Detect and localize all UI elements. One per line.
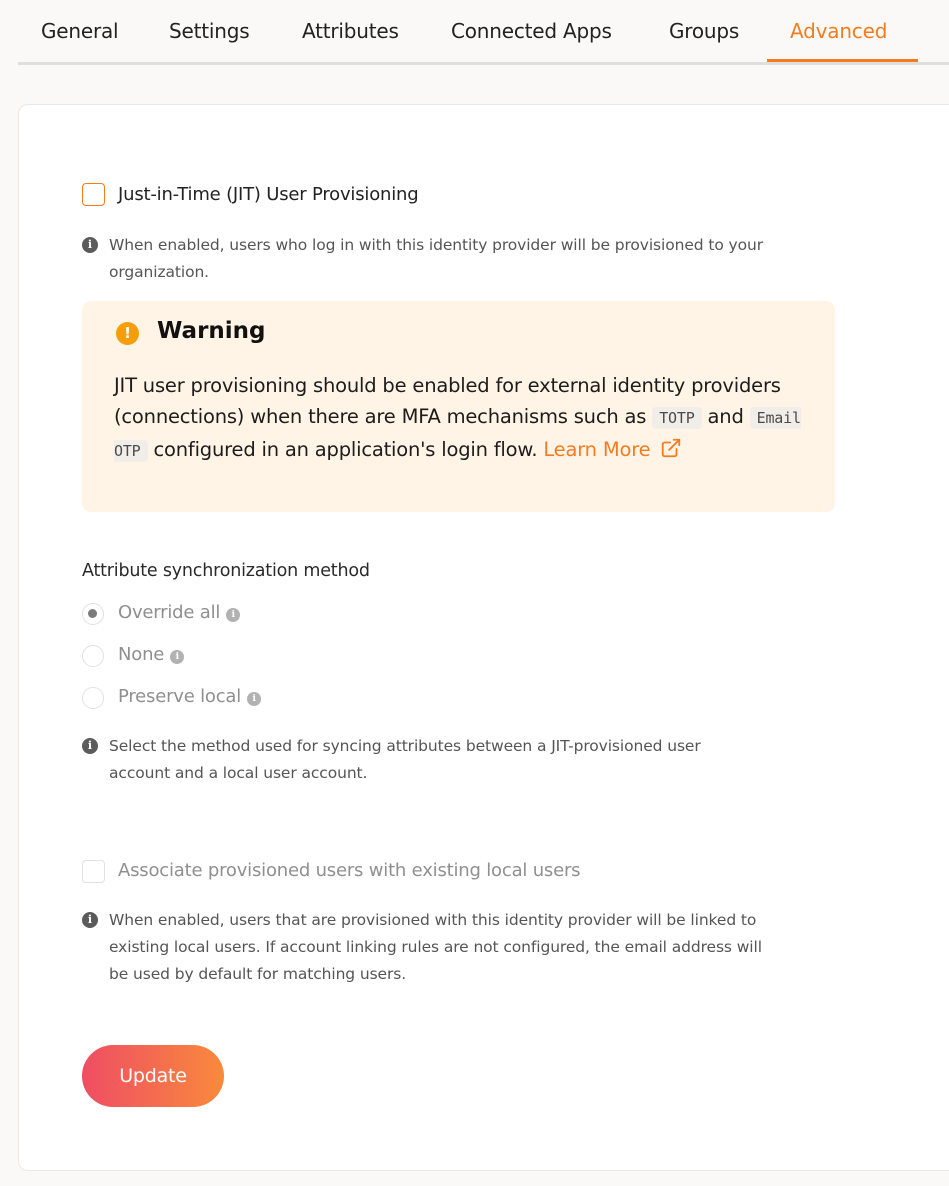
radio-override-all-label: Override all i — [118, 602, 241, 623]
tab-attributes[interactable]: Attributes — [302, 19, 399, 43]
warning-title: Warning — [157, 318, 266, 344]
totp-code: TOTP — [652, 407, 702, 429]
tab-advanced[interactable]: Advanced — [790, 19, 887, 43]
radio-none[interactable] — [82, 645, 104, 667]
radio-preserve-local-label: Preserve local i — [118, 686, 262, 707]
tab-settings[interactable]: Settings — [169, 19, 250, 43]
associate-local-users-checkbox[interactable] — [82, 860, 105, 883]
info-icon[interactable]: i — [170, 650, 185, 664]
sync-method-heading: Attribute synchronization method — [82, 561, 370, 581]
tab-groups[interactable]: Groups — [669, 19, 739, 43]
radio-none-label: None i — [118, 644, 185, 665]
info-icon: i — [82, 912, 98, 928]
tab-connected-apps[interactable]: Connected Apps — [451, 19, 612, 43]
jit-provisioning-checkbox[interactable] — [82, 183, 105, 206]
active-tab-indicator — [767, 59, 918, 62]
info-icon: i — [82, 237, 98, 253]
associate-hint: When enabled, users that are provisioned… — [109, 911, 762, 983]
learn-more-link[interactable]: Learn More — [543, 438, 682, 461]
jit-provisioning-label: Just-in-Time (JIT) User Provisioning — [118, 184, 419, 205]
external-link-icon — [662, 438, 681, 458]
info-icon[interactable]: i — [247, 692, 262, 706]
radio-override-all[interactable] — [82, 603, 104, 625]
info-icon[interactable]: i — [226, 608, 241, 622]
warning-message: JIT user provisioning should be enabled … — [114, 374, 801, 462]
sync-method-hint: Select the method used for syncing attri… — [109, 737, 701, 782]
associate-local-users-label: Associate provisioned users with existin… — [118, 860, 581, 881]
info-icon: i — [82, 738, 98, 754]
warning-icon: ! — [116, 322, 139, 345]
tab-general[interactable]: General — [41, 19, 119, 43]
jit-hint: When enabled, users who log in with this… — [109, 236, 763, 281]
radio-preserve-local[interactable] — [82, 687, 104, 709]
update-button[interactable]: Update — [82, 1045, 224, 1107]
tab-bar: General Settings Attributes Connected Ap… — [18, 0, 949, 65]
